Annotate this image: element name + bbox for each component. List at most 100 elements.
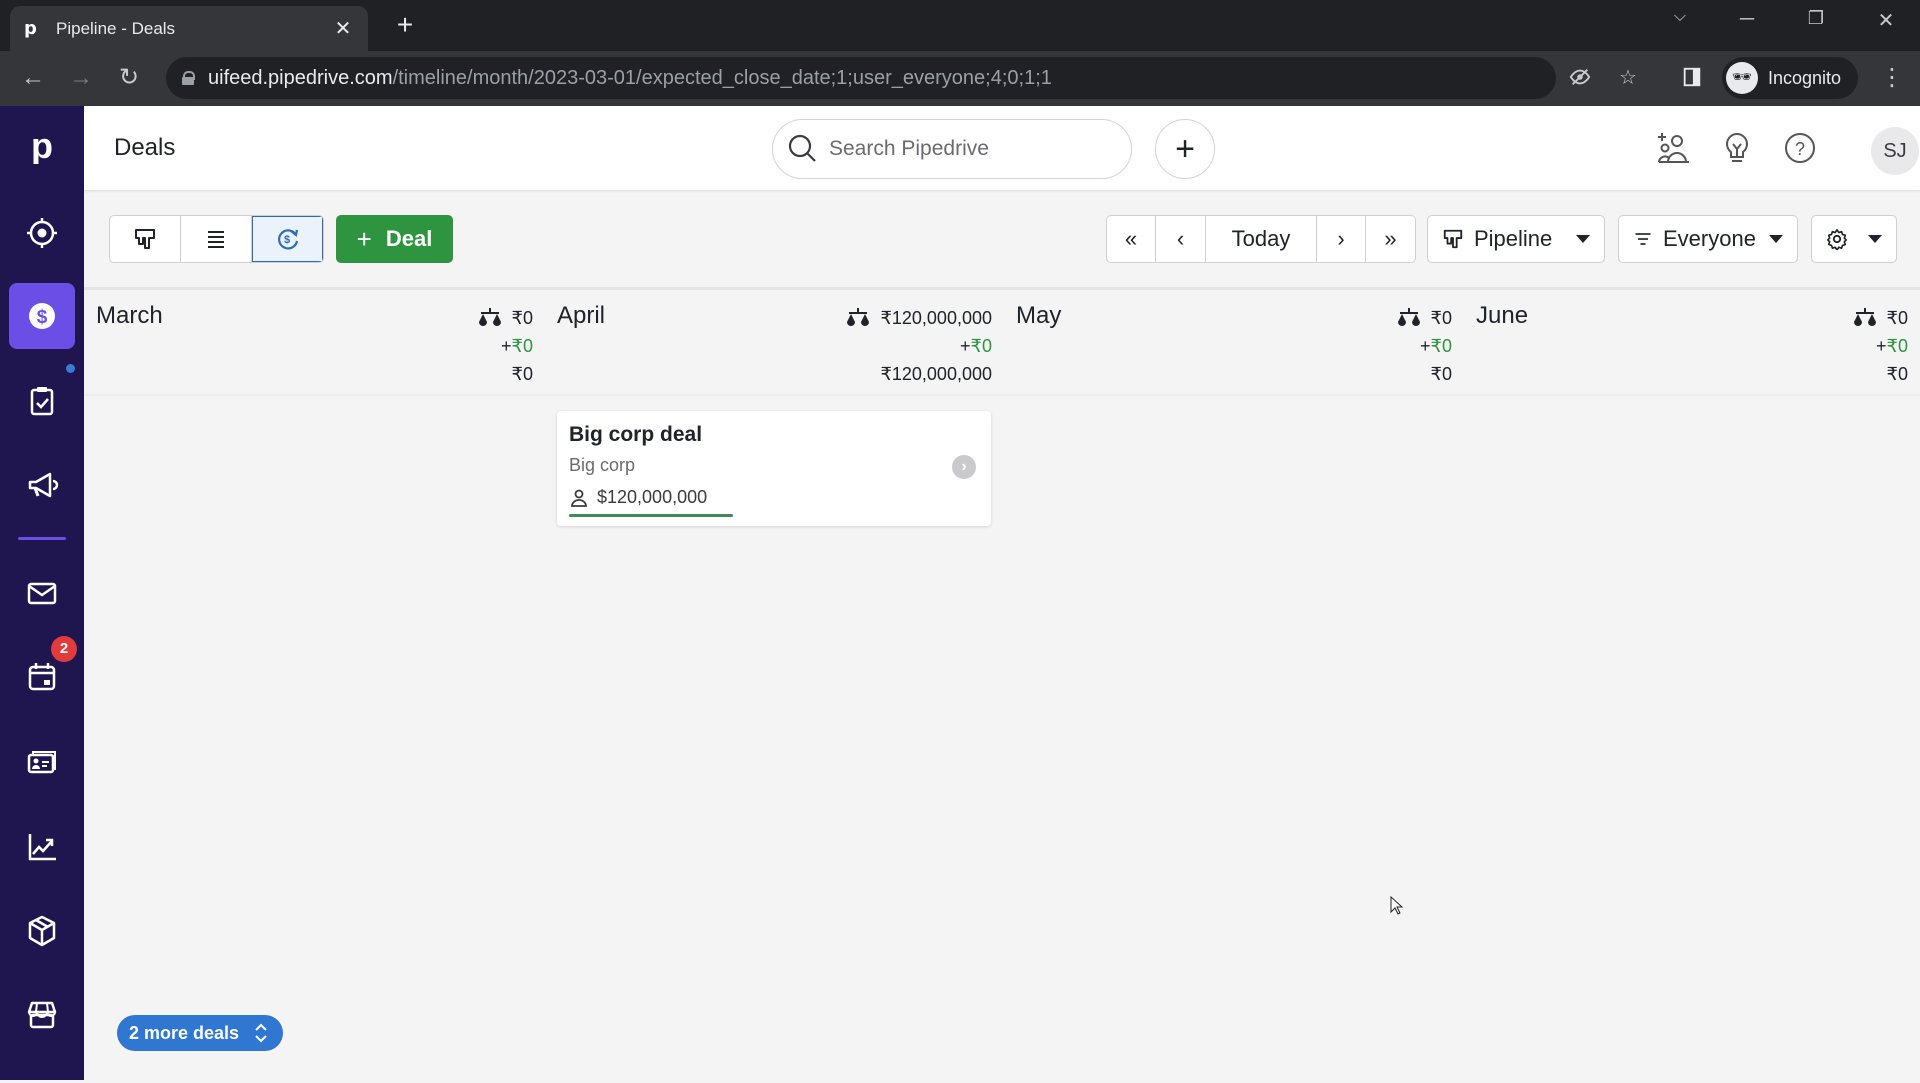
caret-down-icon bbox=[1576, 235, 1590, 243]
month-column: June ₹0 +₹0 ₹0 bbox=[1464, 290, 1920, 1083]
contact-card-icon bbox=[27, 751, 56, 774]
month-sums: ₹0 +₹0 ₹0 bbox=[1853, 304, 1908, 388]
month-name: April bbox=[557, 302, 606, 329]
help-icon: ? bbox=[1785, 133, 1815, 163]
plus-icon: + bbox=[356, 223, 372, 254]
double-chevron-right-icon: » bbox=[1384, 226, 1397, 251]
tab-title: Pipeline - Deals bbox=[56, 18, 176, 38]
sidebar-item-activities[interactable] bbox=[9, 368, 75, 434]
month-column: March ₹0 +₹0 ₹0 bbox=[84, 290, 545, 1083]
invite-users-button[interactable] bbox=[1654, 128, 1694, 168]
restore-icon[interactable]: ❐ bbox=[1796, 8, 1836, 29]
svg-text:$: $ bbox=[283, 234, 289, 246]
mail-icon bbox=[27, 582, 57, 605]
minimize-icon[interactable]: ─ bbox=[1727, 8, 1767, 31]
weighted-scale-icon bbox=[1397, 307, 1421, 329]
tracking-blocked-eye-icon[interactable] bbox=[1568, 66, 1592, 90]
month-header: June ₹0 +₹0 ₹0 bbox=[1464, 290, 1920, 396]
tips-button[interactable] bbox=[1717, 128, 1757, 168]
calendar-icon bbox=[28, 663, 56, 691]
sidebar-item-campaigns[interactable] bbox=[9, 452, 75, 518]
settings-dropdown[interactable] bbox=[1811, 215, 1897, 263]
list-icon bbox=[208, 231, 224, 248]
quick-add-button[interactable]: + bbox=[1155, 119, 1215, 179]
sidebar-item-products[interactable] bbox=[9, 898, 75, 964]
bookmark-star-icon[interactable]: ☆ bbox=[1616, 66, 1640, 90]
weighted-scale-icon bbox=[478, 307, 502, 329]
url-field[interactable]: uifeed.pipedrive.com/timeline/month/2023… bbox=[166, 57, 1637, 99]
browser-tab[interactable]: p Pipeline - Deals ✕ bbox=[10, 6, 368, 51]
search-input[interactable] bbox=[829, 137, 1109, 161]
pipeline-label: Pipeline bbox=[1474, 226, 1553, 251]
sidebar-item-contacts[interactable] bbox=[9, 729, 75, 795]
window-close-icon[interactable]: ✕ bbox=[1866, 8, 1906, 33]
tab-search-icon[interactable]: ⌵ bbox=[1660, 8, 1700, 26]
month-sums: ₹0 +₹0 ₹0 bbox=[478, 304, 533, 388]
search-box[interactable] bbox=[772, 119, 1132, 179]
forward-icon[interactable]: → bbox=[66, 63, 96, 93]
incognito-icon: 🕶 bbox=[1726, 62, 1758, 94]
gear-icon bbox=[1827, 229, 1847, 250]
clipboard-check-icon bbox=[30, 387, 54, 416]
won-value: ₹0 bbox=[1886, 336, 1908, 356]
view-switcher: $ bbox=[109, 215, 324, 263]
next-button[interactable]: › bbox=[1317, 216, 1366, 262]
new-tab-button[interactable]: + bbox=[390, 10, 420, 40]
previous-button[interactable]: ‹ bbox=[1156, 216, 1206, 262]
month-name: March bbox=[96, 302, 163, 329]
top-header: Deals + ? SJ bbox=[84, 106, 1920, 191]
jump-forward-button[interactable]: » bbox=[1366, 216, 1415, 262]
reload-icon[interactable]: ↻ bbox=[114, 63, 144, 93]
url-host: uifeed.pipedrive.com bbox=[208, 66, 393, 89]
mouse-cursor-icon bbox=[1390, 896, 1404, 915]
owner-filter-dropdown[interactable]: Everyone bbox=[1618, 215, 1798, 263]
sidebar-item-mail[interactable] bbox=[9, 560, 75, 626]
weighted-value: ₹0 bbox=[1886, 308, 1908, 328]
total-value: ₹0 bbox=[1886, 364, 1908, 384]
jump-back-button[interactable]: « bbox=[1107, 216, 1156, 262]
plus-prefix: + bbox=[1876, 336, 1887, 356]
back-icon[interactable]: ← bbox=[18, 63, 48, 93]
close-tab-icon[interactable]: ✕ bbox=[332, 16, 354, 41]
chevron-right-icon[interactable]: › bbox=[952, 455, 976, 479]
weighted-value: ₹120,000,000 bbox=[880, 308, 992, 328]
month-sums: ₹0 +₹0 ₹0 bbox=[1397, 304, 1452, 388]
month-header: April ₹120,000,000 +₹0 ₹120,000,000 bbox=[545, 290, 1004, 396]
side-panel-icon[interactable] bbox=[1680, 66, 1704, 90]
sidebar-item-deals[interactable]: $ bbox=[9, 283, 75, 349]
pipeline-view-button[interactable] bbox=[110, 216, 181, 262]
help-button[interactable]: ? bbox=[1780, 128, 1820, 168]
month-sums: ₹120,000,000 +₹0 ₹120,000,000 bbox=[846, 304, 992, 388]
double-chevron-left-icon: « bbox=[1124, 226, 1138, 251]
deal-title[interactable]: Big corp deal bbox=[569, 423, 702, 447]
address-bar: ← → ↻ uifeed.pipedrive.com/timeline/mont… bbox=[0, 51, 1920, 106]
list-view-button[interactable] bbox=[181, 216, 252, 262]
today-button[interactable]: Today bbox=[1206, 216, 1317, 262]
forecast-view-button[interactable]: $ bbox=[252, 216, 323, 262]
deal-card[interactable]: Big corp deal Big corp $120,000,000 › bbox=[557, 411, 991, 526]
page-title: Deals bbox=[114, 134, 176, 161]
browser-menu-icon[interactable]: ⋮ bbox=[1880, 63, 1904, 92]
store-icon bbox=[27, 1001, 57, 1029]
weighted-scale-icon bbox=[846, 307, 870, 329]
pipeline-dropdown[interactable]: Pipeline bbox=[1427, 215, 1605, 263]
caret-down-icon bbox=[1769, 235, 1783, 243]
owner-filter-label: Everyone bbox=[1663, 226, 1756, 251]
more-deals-label: 2 more deals bbox=[129, 1022, 240, 1043]
url-path: /timeline/month/2023-03-01/expected_clos… bbox=[392, 66, 1052, 89]
incognito-profile-button[interactable]: 🕶 Incognito bbox=[1722, 57, 1858, 99]
month-column: May ₹0 +₹0 ₹0 bbox=[1004, 290, 1464, 1083]
pipedrive-logo[interactable]: p bbox=[9, 114, 75, 180]
add-deal-label: Deal bbox=[385, 226, 433, 251]
won-value: ₹0 bbox=[970, 336, 992, 356]
user-avatar[interactable]: SJ bbox=[1871, 127, 1919, 175]
sidebar-item-marketplace[interactable] bbox=[9, 982, 75, 1048]
sidebar-item-insights[interactable] bbox=[9, 814, 75, 880]
filter-icon bbox=[1635, 233, 1651, 245]
more-deals-button[interactable]: 2 more deals bbox=[117, 1015, 283, 1051]
add-deal-button[interactable]: + Deal bbox=[336, 215, 453, 263]
caret-down-icon bbox=[1868, 235, 1882, 243]
calendar-badge: 2 bbox=[51, 636, 77, 662]
box-icon bbox=[28, 915, 56, 947]
sidebar-item-leads[interactable] bbox=[9, 200, 75, 266]
